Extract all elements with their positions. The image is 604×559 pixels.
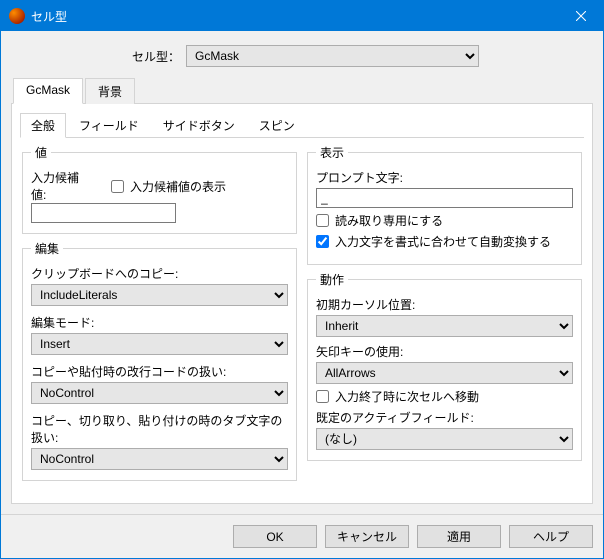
help-button[interactable]: ヘルプ — [509, 525, 593, 548]
autoconv-check[interactable]: 入力文字を書式に合わせて自動変換する — [316, 233, 573, 250]
window-title: セル型 — [31, 8, 558, 25]
ok-button[interactable]: OK — [233, 525, 317, 548]
celltype-label: セル型： — [11, 48, 186, 65]
readonly-checkbox[interactable] — [316, 214, 329, 227]
editmode-select[interactable]: Insert — [31, 333, 288, 355]
arrows-select[interactable]: AllArrows — [316, 362, 573, 384]
subtab-fields[interactable]: フィールド — [68, 113, 150, 138]
apply-button[interactable]: 適用 — [417, 525, 501, 548]
close-icon — [576, 11, 586, 21]
button-bar: OK キャンセル 適用 ヘルプ — [1, 514, 603, 558]
cursor-select[interactable]: Inherit — [316, 315, 573, 337]
newline-select[interactable]: NoControl — [31, 382, 288, 404]
close-button[interactable] — [558, 1, 603, 31]
main-tabs: GcMask 背景 — [11, 77, 593, 104]
tab-background[interactable]: 背景 — [85, 78, 135, 104]
tab-panel: 全般 フィールド サイドボタン スピン 値 入力候補値: 入力候補値の表示 — [11, 104, 593, 504]
newline-label: コピーや貼付時の改行コードの扱い: — [31, 363, 288, 380]
celltype-row: セル型： GcMask — [11, 45, 593, 67]
show-candidate-checkbox[interactable] — [111, 180, 124, 193]
clipboard-select[interactable]: IncludeLiterals — [31, 284, 288, 306]
sub-tabs: 全般 フィールド サイドボタン スピン — [20, 112, 584, 138]
exitnext-check[interactable]: 入力終了時に次セルへ移動 — [316, 388, 573, 405]
subtab-sidebutton[interactable]: サイドボタン — [152, 113, 246, 138]
editmode-label: 編集モード: — [31, 314, 288, 331]
arrows-label: 矢印キーの使用: — [316, 343, 573, 360]
app-icon — [9, 8, 25, 24]
candidate-input[interactable] — [31, 203, 176, 223]
show-candidate-check[interactable]: 入力候補値の表示 — [111, 178, 226, 195]
show-candidate-label: 入力候補値の表示 — [130, 178, 226, 195]
subtab-general[interactable]: 全般 — [20, 113, 66, 138]
prompt-label: プロンプト文字: — [316, 169, 573, 186]
tab-gcmask[interactable]: GcMask — [13, 78, 83, 104]
titlebar: セル型 — [1, 1, 603, 31]
left-column: 値 入力候補値: 入力候補値の表示 編集 クリップボードへのコピー: — [22, 144, 297, 481]
action-group: 動作 初期カーソル位置: Inherit 矢印キーの使用: AllArrows … — [307, 271, 582, 461]
value-group: 値 入力候補値: 入力候補値の表示 — [22, 144, 297, 234]
content-area: セル型： GcMask GcMask 背景 全般 フィールド サイドボタン スピ… — [1, 31, 603, 514]
display-group: 表示 プロンプト文字: 読み取り専用にする 入力文字を書式に合わせて自動変換する — [307, 144, 582, 265]
action-legend: 動作 — [316, 271, 348, 288]
readonly-check[interactable]: 読み取り専用にする — [316, 212, 573, 229]
right-column: 表示 プロンプト文字: 読み取り専用にする 入力文字を書式に合わせて自動変換する — [307, 144, 582, 481]
cancel-button[interactable]: キャンセル — [325, 525, 409, 548]
prompt-input[interactable] — [316, 188, 573, 208]
candidate-label: 入力候補値: — [31, 169, 91, 203]
value-legend: 値 — [31, 144, 51, 161]
cursor-label: 初期カーソル位置: — [316, 296, 573, 313]
activefield-select[interactable]: (なし) — [316, 428, 573, 450]
tabchar-label: コピー、切り取り、貼り付けの時のタブ文字の扱い: — [31, 412, 288, 446]
edit-group: 編集 クリップボードへのコピー: IncludeLiterals 編集モード: … — [22, 240, 297, 481]
tabchar-select[interactable]: NoControl — [31, 448, 288, 470]
readonly-label: 読み取り専用にする — [335, 212, 443, 229]
celltype-select[interactable]: GcMask — [186, 45, 479, 67]
autoconv-checkbox[interactable] — [316, 235, 329, 248]
exitnext-checkbox[interactable] — [316, 390, 329, 403]
edit-legend: 編集 — [31, 240, 63, 257]
clipboard-label: クリップボードへのコピー: — [31, 265, 288, 282]
activefield-label: 既定のアクティブフィールド: — [316, 409, 573, 426]
autoconv-label: 入力文字を書式に合わせて自動変換する — [335, 233, 551, 250]
exitnext-label: 入力終了時に次セルへ移動 — [335, 388, 479, 405]
display-legend: 表示 — [316, 144, 348, 161]
panel-body: 値 入力候補値: 入力候補値の表示 編集 クリップボードへのコピー: — [20, 138, 584, 483]
dialog-window: セル型 セル型： GcMask GcMask 背景 全般 フィールド サイドボタ… — [0, 0, 604, 559]
subtab-spin[interactable]: スピン — [248, 113, 306, 138]
